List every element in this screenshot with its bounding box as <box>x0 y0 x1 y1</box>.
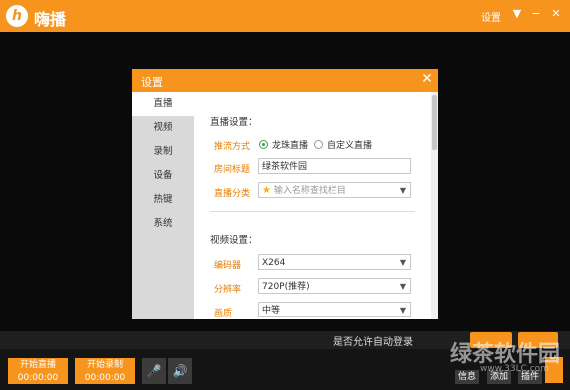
resolution-select[interactable]: 720P(推荐) ▼ <box>258 278 411 294</box>
resolution-value: 720P(推荐) <box>262 282 310 292</box>
category-placeholder: 输入名称查找栏目 <box>273 186 346 196</box>
chevron-down-icon: ▼ <box>399 186 406 195</box>
room-title-label: 房间标题 <box>214 165 251 175</box>
quality-label: 画质 <box>214 309 233 319</box>
start-record-label: 开始录制 <box>86 360 123 370</box>
dialog-scrollbar[interactable] <box>431 92 438 319</box>
radio-longzhu-label: 龙珠直播 <box>272 141 309 151</box>
dialog-header: 设置 ✕ <box>132 69 438 92</box>
start-live-button[interactable]: 开始直播 00:00:00 <box>8 358 68 384</box>
category-label: 直播分类 <box>214 189 251 199</box>
settings-sidebar: 直播 视频 录制 设备 热键 系统 <box>132 92 194 319</box>
section-divider <box>210 211 415 212</box>
title-bar: h 嗨播 设置 ▼ − ✕ <box>0 0 570 32</box>
microphone-icon[interactable]: 🎤 <box>142 358 166 384</box>
sidebar-item-system[interactable]: 系统 <box>132 212 194 236</box>
quality-value: 中等 <box>262 306 281 316</box>
info-button[interactable]: 信息 <box>455 370 480 384</box>
star-icon: ★ <box>262 185 271 196</box>
radio-longzhu-live[interactable] <box>259 140 268 149</box>
menu-dropdown-icon[interactable]: ▼ <box>509 6 525 22</box>
app-title: 嗨播 <box>34 10 67 29</box>
dialog-close-icon[interactable]: ✕ <box>419 71 435 87</box>
close-icon[interactable]: ✕ <box>548 6 564 22</box>
live-settings-heading: 直播设置： <box>210 117 258 128</box>
resolution-label: 分辨率 <box>214 285 242 295</box>
minimize-icon[interactable]: − <box>528 6 544 22</box>
radio-custom-label: 自定义直播 <box>327 141 373 151</box>
settings-button[interactable]: 设置 <box>481 9 501 24</box>
encoder-select[interactable]: X264 ▼ <box>258 254 411 270</box>
quality-select[interactable]: 中等 ▼ <box>258 302 411 317</box>
watermark-url: www.33LC.com <box>480 364 549 374</box>
auto-login-text: 是否允许自动登录 <box>333 337 413 348</box>
sidebar-item-live[interactable]: 直播 <box>132 92 194 116</box>
chevron-down-icon: ▼ <box>399 306 406 315</box>
app-logo-icon: h <box>6 5 28 27</box>
chevron-down-icon: ▼ <box>399 258 406 267</box>
category-search-select[interactable]: ★ 输入名称查找栏目 ▼ <box>258 182 411 198</box>
sidebar-item-video[interactable]: 视频 <box>132 116 194 140</box>
settings-dialog: 设置 ✕ 直播 视频 录制 设备 热键 系统 直播设置： 推流方式 龙珠直播 自… <box>132 69 438 319</box>
encoder-value: X264 <box>262 258 286 268</box>
start-record-button[interactable]: 开始录制 00:00:00 <box>75 358 135 384</box>
scrollbar-thumb[interactable] <box>432 95 437 150</box>
start-live-timer: 00:00:00 <box>17 373 59 383</box>
radio-custom-live[interactable] <box>314 140 323 149</box>
encoder-label: 编码器 <box>214 261 242 271</box>
chevron-down-icon: ▼ <box>399 282 406 291</box>
sidebar-item-hotkey[interactable]: 热键 <box>132 188 194 212</box>
start-record-timer: 00:00:00 <box>84 373 126 383</box>
video-settings-heading: 视频设置： <box>210 235 258 246</box>
sidebar-item-device[interactable]: 设备 <box>132 164 194 188</box>
speaker-icon[interactable]: 🔊 <box>168 358 192 384</box>
dialog-title: 设置 <box>141 76 163 89</box>
sidebar-item-record[interactable]: 录制 <box>132 140 194 164</box>
room-title-input[interactable]: 绿茶软件园 <box>258 158 411 174</box>
start-live-label: 开始直播 <box>19 360 56 370</box>
push-method-label: 推流方式 <box>214 142 251 152</box>
